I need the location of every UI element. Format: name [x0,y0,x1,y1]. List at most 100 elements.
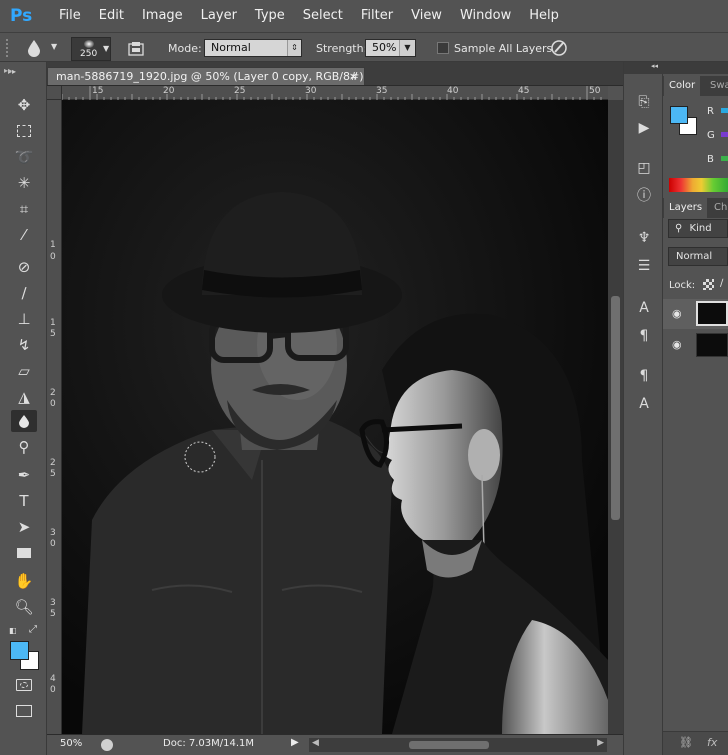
vruler-label: 1 [50,318,56,328]
tab-color[interactable]: Color [664,76,701,96]
pen-tool-icon[interactable]: ✒ [11,464,37,486]
quick-mask-icon[interactable] [11,674,37,696]
pressure-brush-icon[interactable] [550,39,568,57]
sample-all-layers-checkbox[interactable] [437,42,449,54]
menu-image[interactable]: Image [133,0,192,32]
color-spectrum-bar[interactable] [669,178,728,192]
paragraph-styles-panel-icon[interactable]: ¶ [633,366,655,386]
menu-select[interactable]: Select [294,0,352,32]
menu-view[interactable]: View [402,0,451,32]
zoom-level[interactable]: 50% [60,738,82,749]
layer-row-layer-0[interactable]: ◉ [663,330,728,360]
scroll-right-icon[interactable]: ▶ [597,738,604,748]
fx-button[interactable]: fx [707,736,717,749]
scroll-left-icon[interactable]: ◀ [312,738,319,748]
horizontal-ruler[interactable]: 15 20 25 30 35 40 45 50 [62,86,608,100]
kind-filter-value: Kind [689,223,712,234]
brush-panel-toggle-icon[interactable] [128,41,144,56]
blur-tool-preset-icon[interactable] [26,39,42,57]
horizontal-scrollbar[interactable]: ◀ ▶ [309,738,607,752]
blur-tool-icon[interactable] [11,410,37,432]
layer-blend-mode[interactable]: Normal [668,247,728,266]
link-layers-icon[interactable]: ⛓ [679,736,693,749]
rectangle-shape [17,548,31,558]
marquee-tool-icon[interactable] [11,120,37,142]
lock-brush-icon[interactable]: ∕ [720,278,723,289]
brush-tool-icon[interactable]: ∕ [11,282,37,304]
crop-tool-icon[interactable]: ⌗ [11,198,37,220]
tab-channels[interactable]: Cha [709,198,728,218]
document-tab[interactable]: man-5886719_1920.jpg @ 50% (Layer 0 copy… [47,67,365,100]
menu-edit[interactable]: Edit [90,0,133,32]
brush-preset-picker[interactable]: 250 ▼ [71,37,111,61]
layer-row-layer-0-copy[interactable]: ◉ [663,299,728,329]
dodge-tool-icon[interactable]: ⚲ [11,436,37,458]
channel-b-slider[interactable] [721,156,728,161]
paint-bucket-tool-icon[interactable]: ◮ [11,386,37,408]
move-tool-icon[interactable]: ✥ [11,94,37,116]
swap-colors-icon[interactable]: ⤢ [29,624,37,635]
tab-swatches[interactable]: Swa [705,76,728,96]
ruler-origin[interactable] [47,86,62,100]
close-tab-icon[interactable]: × [349,68,358,85]
menu-type[interactable]: Type [246,0,294,32]
status-menu-arrow-icon[interactable]: ▶ [291,737,299,748]
hand-tool-icon[interactable]: ✋ [11,570,37,592]
visibility-eye-icon[interactable]: ◉ [672,338,682,351]
options-grip[interactable] [6,39,10,57]
document-canvas[interactable] [62,100,608,734]
menu-file[interactable]: File [50,0,90,32]
channel-r-slider[interactable] [721,108,728,113]
lock-transparent-pixels-icon[interactable] [703,279,714,290]
vertical-scrollbar[interactable] [608,100,623,734]
clone-stamp-tool-icon[interactable]: ⊥ [11,308,37,330]
vertical-ruler[interactable]: 1 0 1 5 2 0 2 5 3 0 3 5 4 0 [47,100,62,734]
panel-expand-icon[interactable]: ▸▸ [4,66,12,75]
healing-brush-tool-icon[interactable]: ⊘ [11,256,37,278]
hruler-label: 25 [234,86,246,96]
menu-layer[interactable]: Layer [192,0,246,32]
type-tool-icon[interactable]: T [11,490,37,512]
mode-select[interactable]: Normal ⇕ [204,39,302,57]
eyedropper-tool-icon[interactable]: ⁄ [11,224,37,246]
tab-layers[interactable]: Layers [664,198,708,218]
quick-mask-circle [20,682,28,688]
status-info-icon[interactable] [101,739,113,751]
adjustments-panel-icon[interactable]: ☰ [633,256,655,276]
strength-input[interactable]: 50% ▼ [365,39,416,57]
brush-presets-panel-icon[interactable]: ♆ [633,228,655,248]
menu-filter[interactable]: Filter [352,0,402,32]
strength-dropdown-icon[interactable]: ▼ [399,40,415,56]
layer-filter-kind[interactable]: ⚲ Kind [668,219,728,238]
character-styles-panel-icon[interactable]: A [633,394,655,414]
color-panel-foreground-swatch[interactable] [670,106,688,124]
blend-mode-value: Normal [676,251,713,262]
properties-panel-icon[interactable]: ◰ [633,158,655,178]
eraser-tool-icon[interactable]: ▱ [11,360,37,382]
status-bar: 50% Doc: 7.03M/14.1M ▶ ◀ ▶ [47,734,623,755]
history-panel-icon[interactable]: ⎘ [633,92,655,112]
foreground-color-swatch[interactable] [10,641,29,660]
rectangle-tool-icon[interactable] [11,542,37,564]
default-colors-icon[interactable]: ◧ [9,626,17,635]
visibility-eye-icon[interactable]: ◉ [672,307,682,320]
channel-g-slider[interactable] [721,132,728,137]
path-selection-tool-icon[interactable]: ➤ [11,516,37,538]
vruler-label: 0 [50,252,56,262]
horizontal-scroll-thumb[interactable] [409,741,489,749]
history-brush-tool-icon[interactable]: ↯ [11,334,37,356]
screen-mode-icon[interactable] [11,700,37,722]
zoom-tool-icon[interactable]: 🔍︎ [11,596,37,618]
vruler-label: 0 [50,539,56,549]
tool-preset-dropdown-icon[interactable]: ▼ [51,42,57,51]
magic-wand-tool-icon[interactable]: ✳ [11,172,37,194]
paragraph-panel-icon[interactable]: ¶ [633,326,655,346]
menu-window[interactable]: Window [451,0,520,32]
vertical-scroll-thumb[interactable] [611,296,620,520]
strip-collapse-icon[interactable]: ◂◂ [624,62,664,74]
lasso-tool-icon[interactable]: ➰ [11,146,37,168]
actions-panel-icon[interactable]: ▶ [633,118,655,138]
menu-help[interactable]: Help [520,0,568,32]
info-panel-icon[interactable]: ⓘ [633,186,655,206]
character-panel-icon[interactable]: A [633,298,655,318]
